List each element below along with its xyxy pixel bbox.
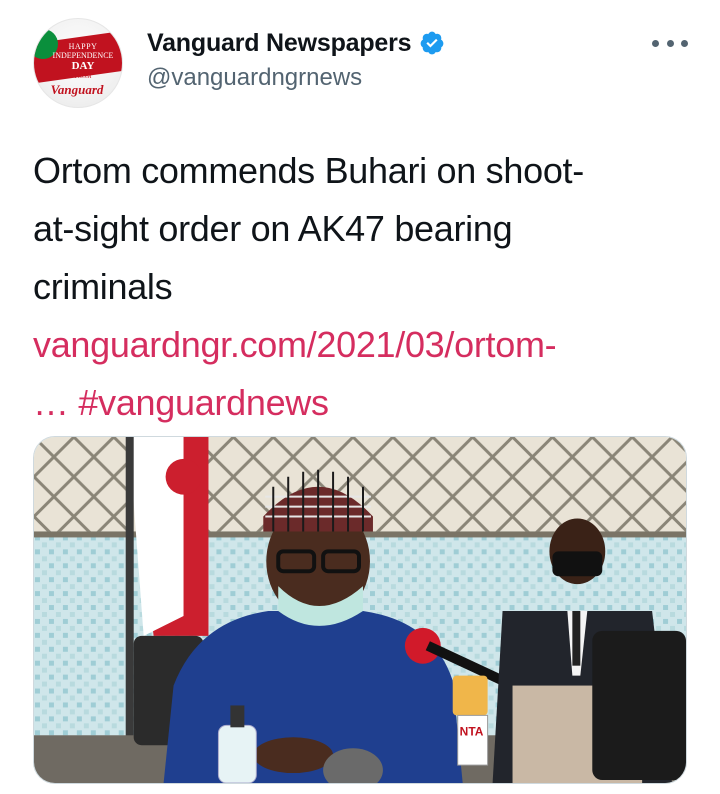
author-display-name[interactable]: Vanguard Newspapers bbox=[147, 29, 412, 58]
author-handle[interactable]: @vanguardngrnews bbox=[147, 64, 362, 92]
tweet-media-photo[interactable]: NTA bbox=[33, 436, 687, 784]
tweet-text-line: Ortom commends Buhari on shoot- bbox=[33, 150, 584, 191]
microphone-label: NTA bbox=[460, 724, 484, 738]
photo-illustration: NTA bbox=[34, 437, 686, 783]
hashtag-link[interactable]: #vanguardnews bbox=[78, 382, 329, 423]
tweet: HAPPY INDEPENDENCE DAY FROM Vanguard Van… bbox=[0, 0, 720, 794]
tweet-text: Ortom commends Buhari on shoot- at-sight… bbox=[33, 142, 693, 432]
tweet-text-line: at-sight order on AK47 bearing bbox=[33, 208, 513, 249]
more-dot-icon bbox=[666, 39, 674, 47]
more-dot-icon bbox=[652, 39, 659, 47]
avatar-text-4: FROM bbox=[74, 74, 92, 80]
more-options-button[interactable] bbox=[652, 36, 688, 50]
avatar-text-3: DAY bbox=[71, 60, 95, 72]
link-ellipsis: … bbox=[33, 382, 69, 423]
avatar-text-5: Vanguard bbox=[50, 82, 104, 97]
article-link[interactable]: vanguardngr.com/2021/03/ortom- bbox=[33, 324, 557, 365]
avatar-text-2: INDEPENDENCE bbox=[52, 51, 114, 60]
author-name-row: Vanguard Newspapers bbox=[147, 26, 445, 60]
more-dot-icon bbox=[681, 39, 688, 47]
avatar[interactable]: HAPPY INDEPENDENCE DAY FROM Vanguard bbox=[33, 18, 123, 108]
tweet-text-line: criminals bbox=[33, 266, 173, 307]
verified-badge-icon bbox=[420, 31, 444, 55]
avatar-text-1: HAPPY bbox=[68, 42, 98, 51]
